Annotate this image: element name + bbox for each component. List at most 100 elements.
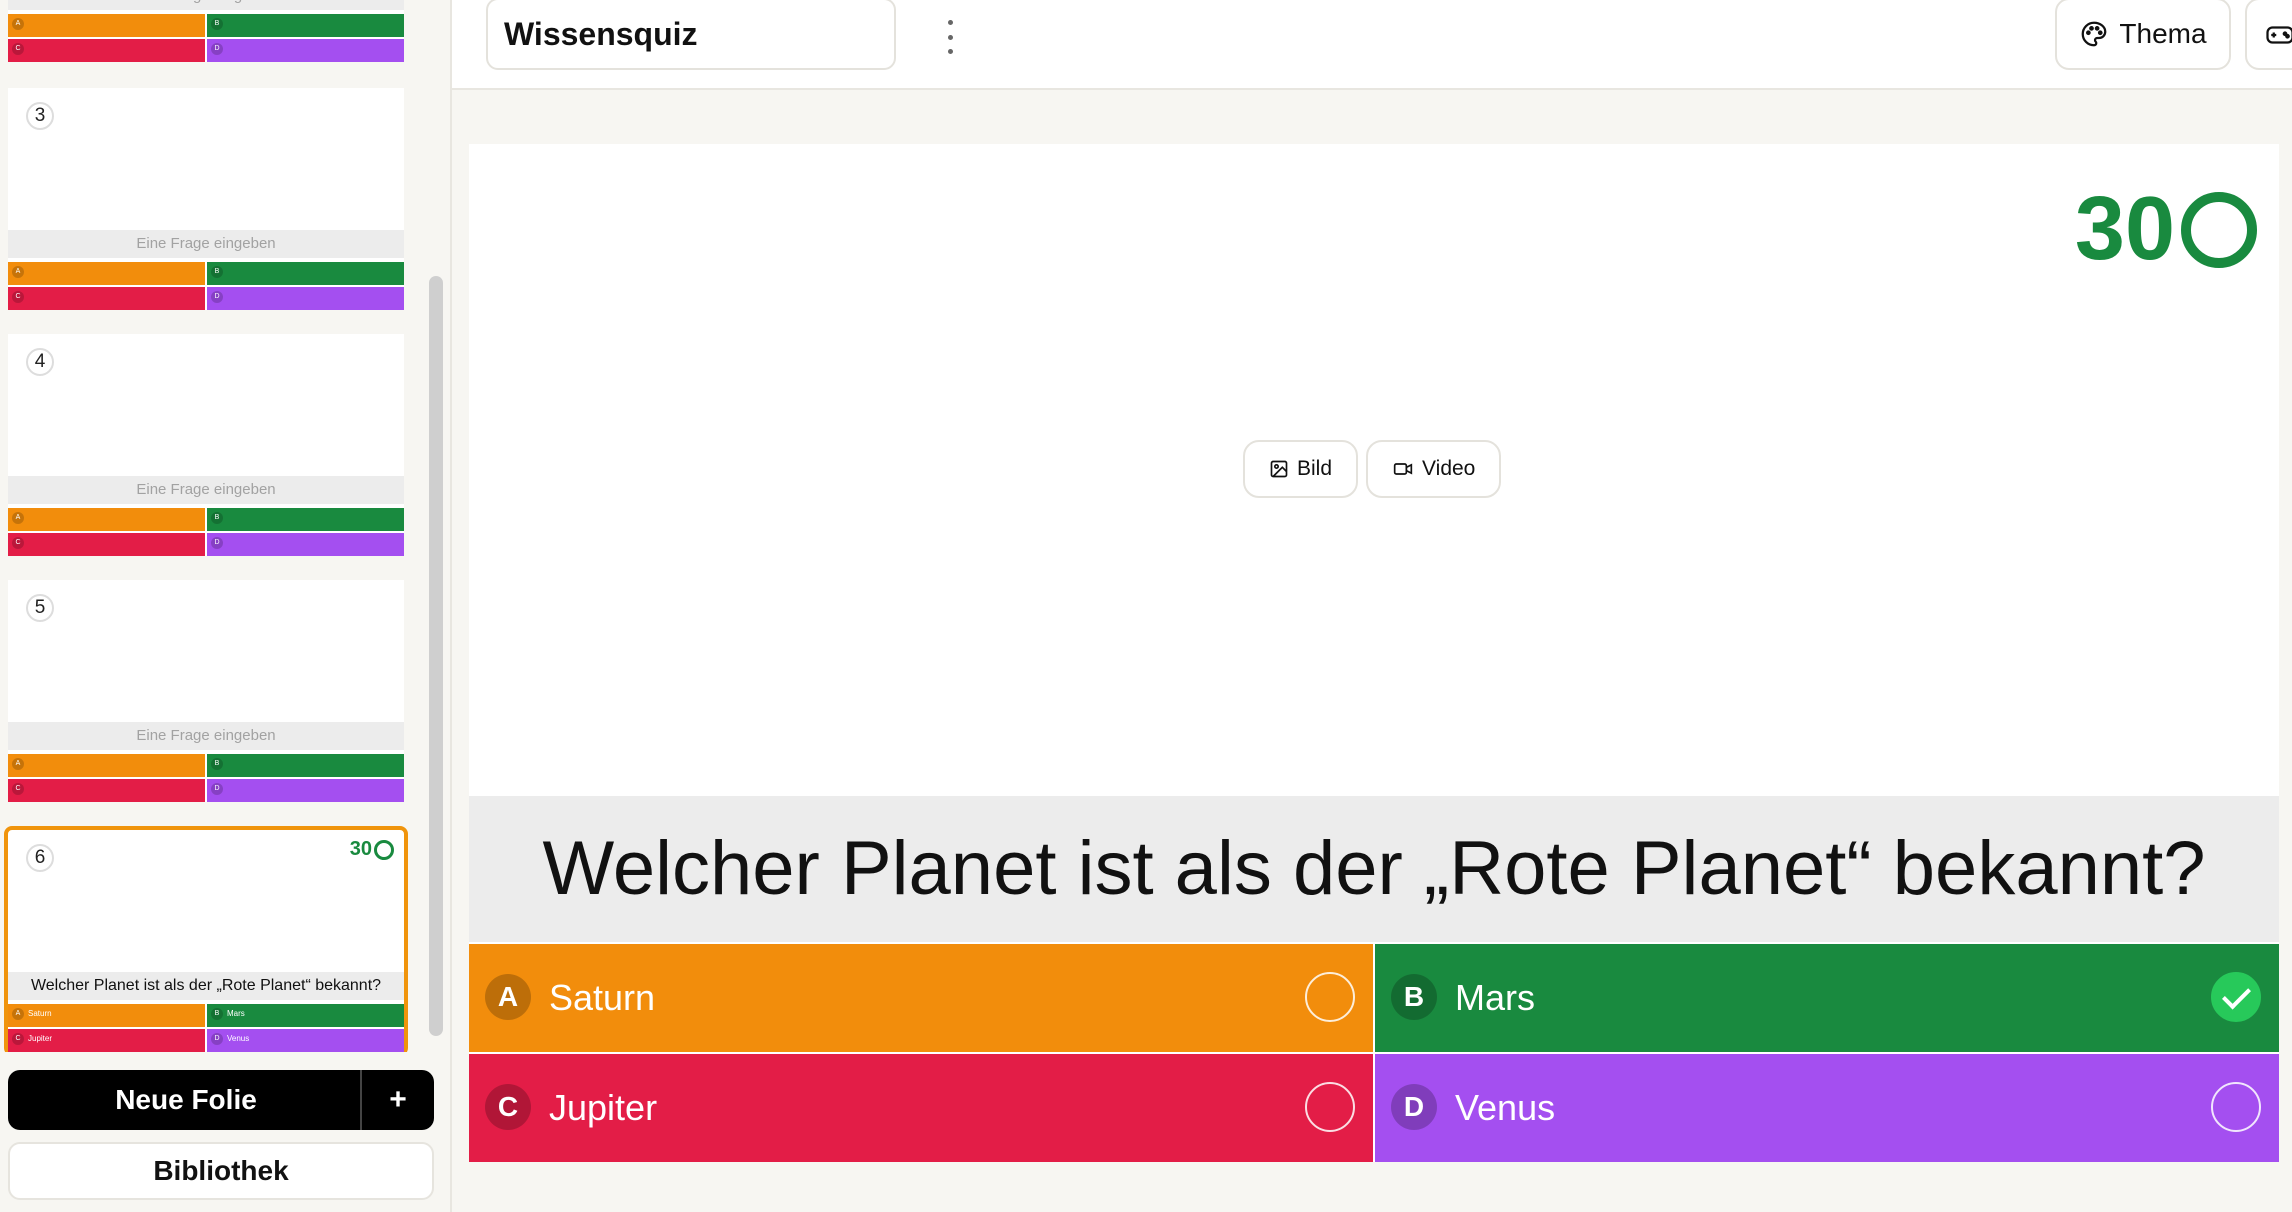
question-timer[interactable]: 30: [2075, 178, 2257, 281]
add-video-button[interactable]: Video: [1366, 440, 1502, 498]
thumb-letter: D: [211, 537, 223, 549]
thumb-letter: A: [12, 512, 24, 524]
thumb-answer-b: B: [207, 754, 404, 777]
thumb-answers: A B C D: [8, 508, 404, 556]
thumb-letter: C: [12, 783, 24, 795]
thumb-letter: D: [211, 1033, 223, 1045]
answer-text[interactable]: Saturn: [549, 944, 655, 1052]
thumb-answer-d: D: [207, 287, 404, 310]
thumb-answer-c: C: [8, 779, 205, 802]
slide-thumbnail-2[interactable]: Eine Frage eingeben A B C D: [8, 0, 404, 62]
thumb-answer-b: B: [207, 14, 404, 37]
thumb-answer-text: Saturn: [28, 1009, 52, 1018]
timer-ring-icon: [2181, 191, 2257, 268]
thumb-letter: B: [211, 512, 223, 524]
thumb-question: Eine Frage eingeben: [8, 476, 404, 504]
more-vertical-icon[interactable]: [940, 20, 960, 54]
correct-toggle[interactable]: [1305, 972, 1355, 1022]
thumb-timer: 30: [350, 838, 394, 861]
answer-b[interactable]: B Mars: [1375, 944, 2279, 1052]
thumb-answers: A B C D: [8, 262, 404, 310]
answer-a[interactable]: A Saturn: [469, 944, 1373, 1052]
thumb-answer-a: A Saturn: [8, 1004, 205, 1027]
thumb-answer-d: D: [207, 39, 404, 62]
thumb-question: Eine Frage eingeben: [8, 722, 404, 750]
gamepad-icon: [2266, 26, 2292, 44]
thumb-answer-a: A: [8, 508, 205, 531]
thumb-answer-b: B: [207, 508, 404, 531]
thumb-letter: B: [211, 18, 223, 30]
thumb-letter: C: [12, 43, 24, 55]
slide-sidebar: Eine Frage eingeben A B C D 3 Eine Frage…: [0, 0, 452, 1212]
library-button[interactable]: Bibliothek: [8, 1142, 434, 1200]
thumb-answers: A B C D: [8, 754, 404, 802]
answer-letter: A: [485, 974, 531, 1020]
thumb-answer-text: Jupiter: [28, 1034, 53, 1043]
thumb-letter: D: [211, 43, 223, 55]
slide-list[interactable]: Eine Frage eingeben A B C D 3 Eine Frage…: [0, 0, 412, 1052]
thumb-letter: D: [211, 291, 223, 303]
thumb-answers: A Saturn B Mars C Jupiter D Venus: [8, 1004, 404, 1052]
answer-grid: A Saturn B Mars C Jupiter D Venus: [469, 944, 2279, 1162]
slide-number: 4: [26, 348, 54, 376]
answer-d[interactable]: D Venus: [1375, 1054, 2279, 1162]
image-icon: [1270, 460, 1288, 478]
slide-thumbnail-6[interactable]: 6 30 Welcher Planet ist als der „Rote Pl…: [4, 826, 408, 1052]
sidebar-scrollbar[interactable]: [426, 0, 446, 1052]
thumb-letter: D: [211, 783, 223, 795]
game-settings-button[interactable]: [2245, 0, 2292, 70]
thumb-letter: A: [12, 1008, 24, 1020]
answer-letter: B: [1391, 974, 1437, 1020]
add-image-button[interactable]: Bild: [1243, 440, 1359, 498]
add-slide-options-button[interactable]: +: [360, 1070, 434, 1130]
slide-thumbnail-4[interactable]: 4 Eine Frage eingeben A B C D: [8, 334, 404, 556]
timer-value: 30: [2074, 179, 2175, 279]
thumb-question: Eine Frage eingeben: [8, 0, 404, 10]
thumb-answer-c: C: [8, 533, 205, 556]
thumb-answer-d: D Venus: [207, 1029, 404, 1052]
thumb-answer-b: B Mars: [207, 1004, 404, 1027]
thumb-answer-c: C: [8, 287, 205, 310]
slide-number: 3: [26, 102, 54, 130]
scrollbar-thumb[interactable]: [429, 276, 443, 1036]
timer-ring-icon: [374, 839, 394, 860]
question-input[interactable]: Welcher Planet ist als der „Rote Planet“…: [469, 796, 2279, 942]
answer-text[interactable]: Venus: [1455, 1054, 1555, 1162]
thumb-answer-c: C Jupiter: [8, 1029, 205, 1052]
new-slide-button[interactable]: Neue Folie +: [8, 1070, 434, 1130]
thumb-question: Welcher Planet ist als der „Rote Planet“…: [8, 972, 404, 1000]
thumb-letter: A: [12, 18, 24, 30]
answer-letter: D: [1391, 1084, 1437, 1130]
thumb-letter: B: [211, 1008, 223, 1020]
slide-canvas: 30 Bild Video Welcher Planet ist als der…: [469, 144, 2279, 1162]
thumb-answer-text: Mars: [227, 1009, 245, 1018]
thumb-letter: C: [12, 1033, 24, 1045]
thumb-answer-d: D: [207, 533, 404, 556]
thumb-letter: B: [211, 266, 223, 278]
thumb-timer-value: 30: [349, 838, 372, 860]
answer-text[interactable]: Jupiter: [549, 1054, 657, 1162]
slide-thumbnail-3[interactable]: 3 Eine Frage eingeben A B C D: [8, 88, 404, 310]
thumb-answer-d: D: [207, 779, 404, 802]
thumb-letter: A: [12, 758, 24, 770]
thumb-letter: C: [12, 291, 24, 303]
thumb-answer-a: A: [8, 754, 205, 777]
video-label: Video: [1422, 457, 1476, 480]
thumb-letter: C: [12, 537, 24, 549]
answer-c[interactable]: C Jupiter: [469, 1054, 1373, 1162]
correct-toggle[interactable]: [2211, 1082, 2261, 1132]
correct-toggle[interactable]: [1305, 1082, 1355, 1132]
thumb-answer-a: A: [8, 14, 205, 37]
palette-icon: [2082, 21, 2107, 47]
answer-text[interactable]: Mars: [1455, 944, 1535, 1052]
quiz-title-input[interactable]: Wissensquiz: [486, 0, 896, 70]
thumb-answer-text: Venus: [227, 1034, 250, 1043]
thumb-letter: B: [211, 758, 223, 770]
slide-thumbnail-5[interactable]: 5 Eine Frage eingeben A B C D: [8, 580, 404, 802]
theme-button[interactable]: Thema: [2055, 0, 2231, 70]
thumb-answers: A B C D: [8, 14, 404, 62]
thumb-answer-c: C: [8, 39, 205, 62]
correct-toggle[interactable]: [2211, 972, 2261, 1022]
image-label: Bild: [1297, 457, 1333, 480]
theme-label: Thema: [2119, 18, 2207, 49]
